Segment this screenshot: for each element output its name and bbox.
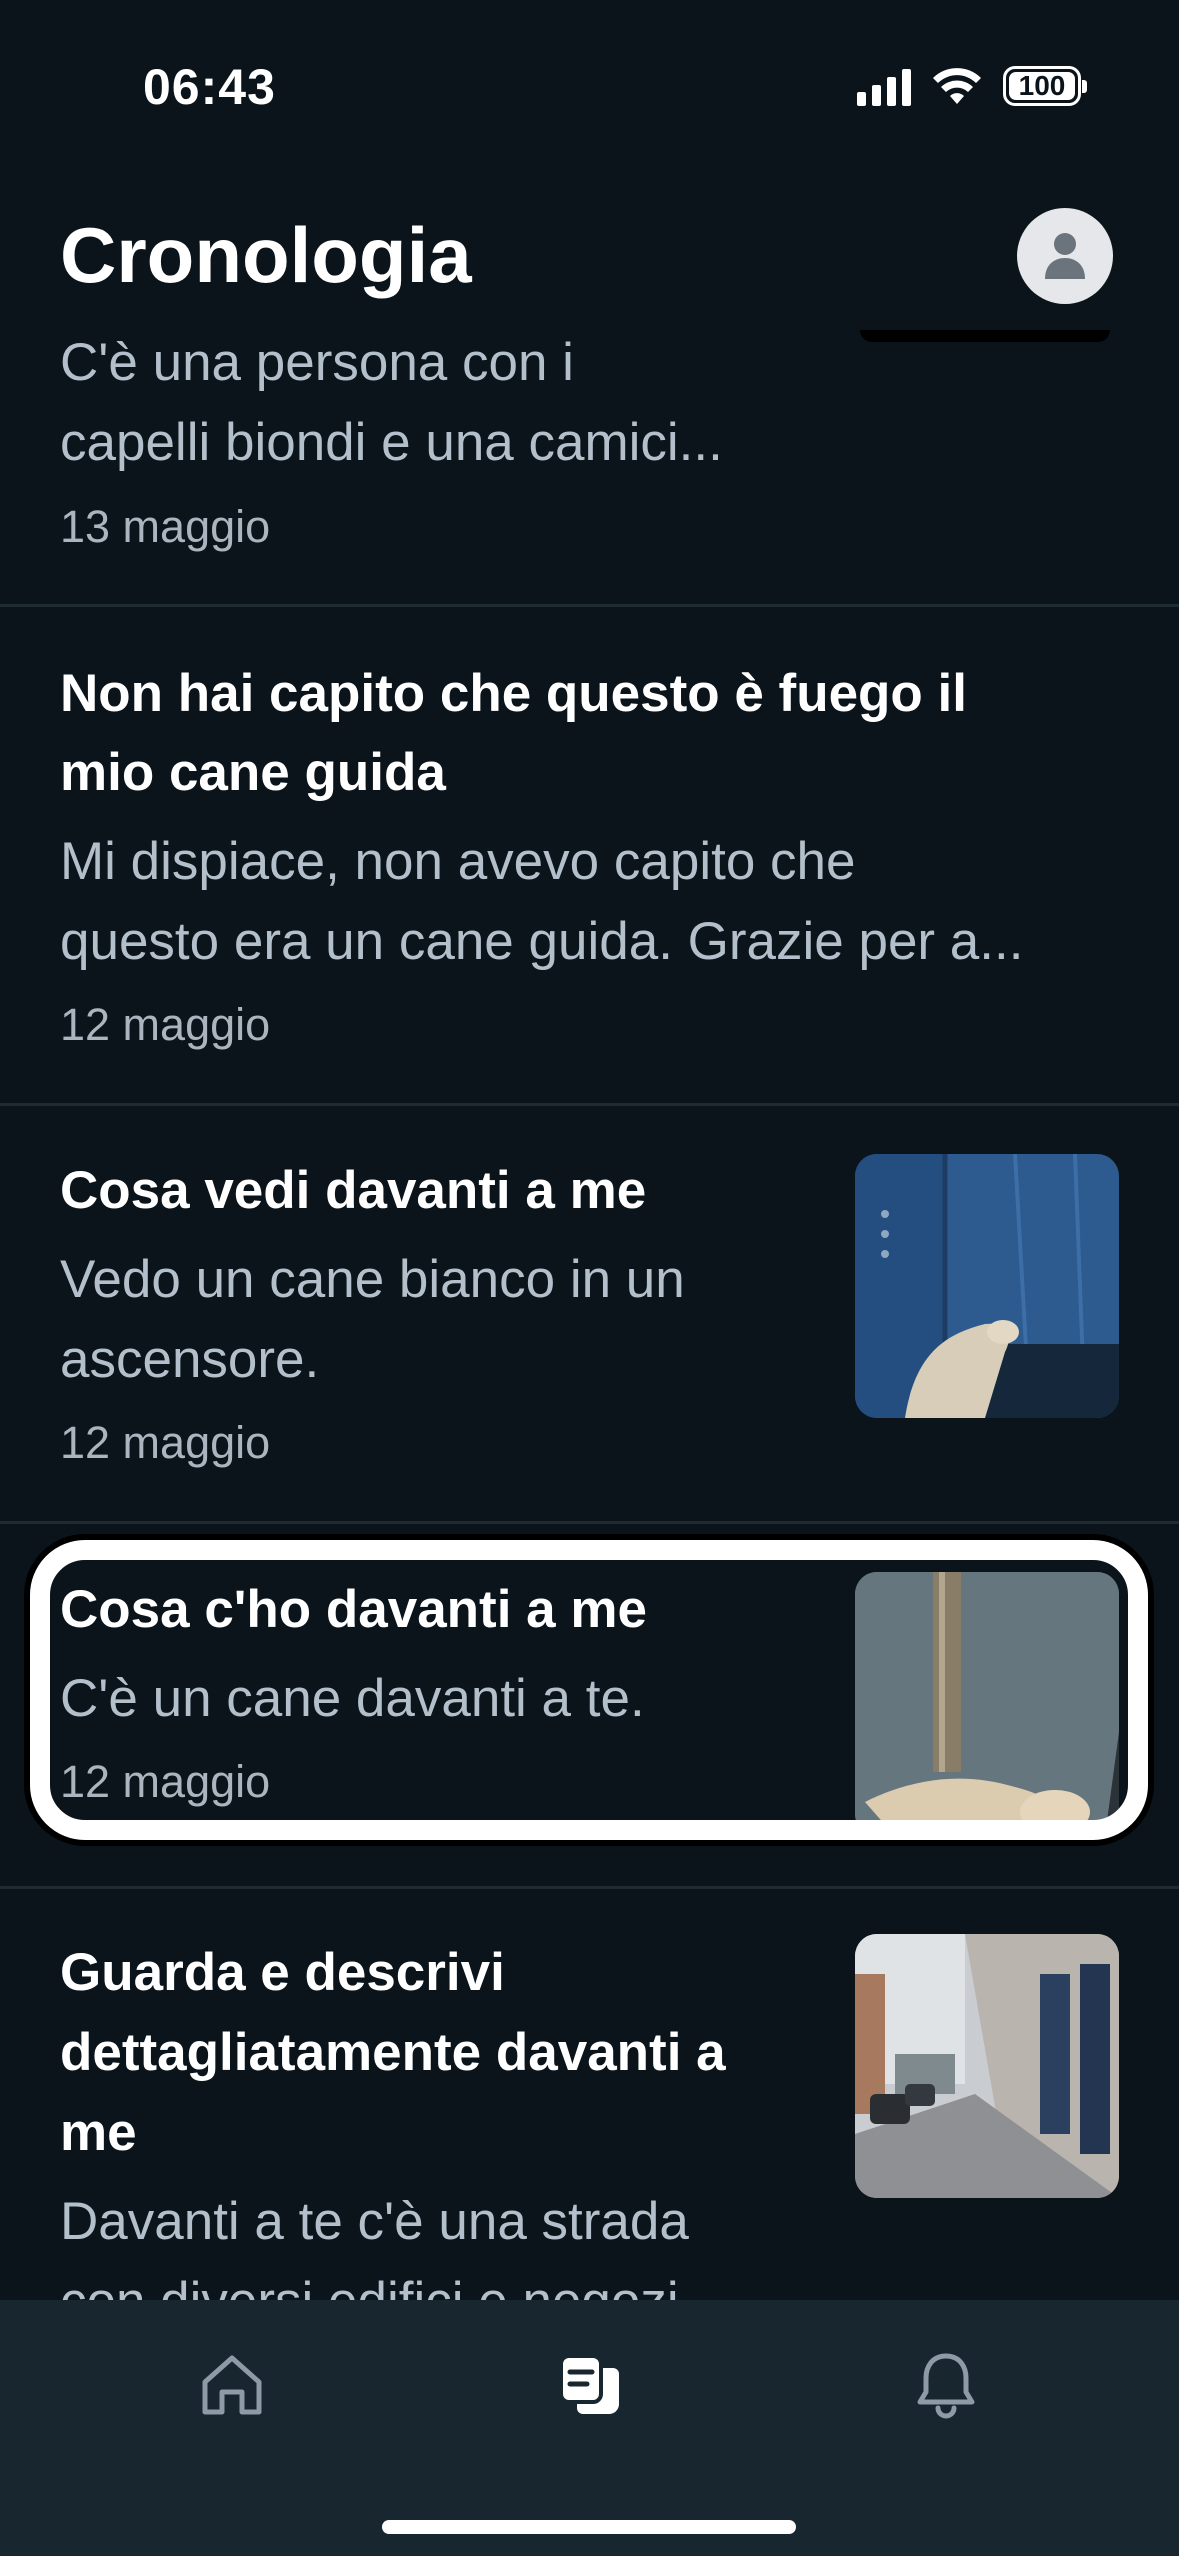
home-indicator (382, 2520, 796, 2534)
tab-home[interactable] (187, 2340, 277, 2430)
item-title: Guarda e descrivi (60, 1943, 505, 2002)
item-date: 12 maggio (60, 999, 271, 1050)
list-item[interactable]: C'è una persona con i capelli biondi e u… (0, 0, 1179, 605)
item-thumbnail (855, 1934, 1119, 2198)
history-icon (559, 2354, 619, 2414)
item-title: me (60, 2103, 137, 2162)
divider (0, 1886, 1179, 1889)
tab-history[interactable] (545, 2340, 635, 2430)
item-title: dettagliatamente davanti a (60, 2023, 726, 2082)
item-description: ascensore. (60, 1330, 320, 1389)
item-description: con diversi edifici e negozi... (60, 2262, 723, 2300)
item-thumbnail (855, 1154, 1119, 1418)
item-description: Vedo un cane bianco in un (60, 1250, 685, 1309)
tab-bar (0, 2300, 1179, 2556)
divider (0, 1521, 1179, 1524)
item-title: Cosa vedi davanti a me (60, 1161, 647, 1220)
item-date: 13 maggio (60, 501, 271, 552)
page-title: Cronologia (60, 211, 472, 299)
item-date: 12 maggio (60, 1417, 271, 1468)
item-description: C'è una persona con i (60, 333, 574, 392)
item-description: questo era un cane guida. Grazie per a..… (60, 912, 1024, 971)
scroll-edge-shadow (860, 330, 1110, 342)
home-icon (202, 2355, 262, 2415)
bell-icon (917, 2353, 975, 2419)
history-list[interactable]: C'è una persona con i capelli biondi e u… (0, 0, 1179, 2300)
item-description: Davanti a te c'è una strada (60, 2192, 689, 2251)
item-description: Mi dispiace, non avevo capito che (60, 832, 856, 891)
item-title: mio cane guida (60, 743, 446, 802)
user-icon (1045, 233, 1085, 279)
divider (0, 1103, 1179, 1106)
divider (0, 604, 1179, 607)
profile-button[interactable] (1017, 208, 1113, 304)
item-description: capelli biondi e una camici... (60, 413, 723, 472)
tab-notifications[interactable] (901, 2340, 991, 2430)
item-title: Non hai capito che questo è fuego il (60, 664, 967, 723)
voiceover-focus-ring (30, 1540, 1148, 1840)
